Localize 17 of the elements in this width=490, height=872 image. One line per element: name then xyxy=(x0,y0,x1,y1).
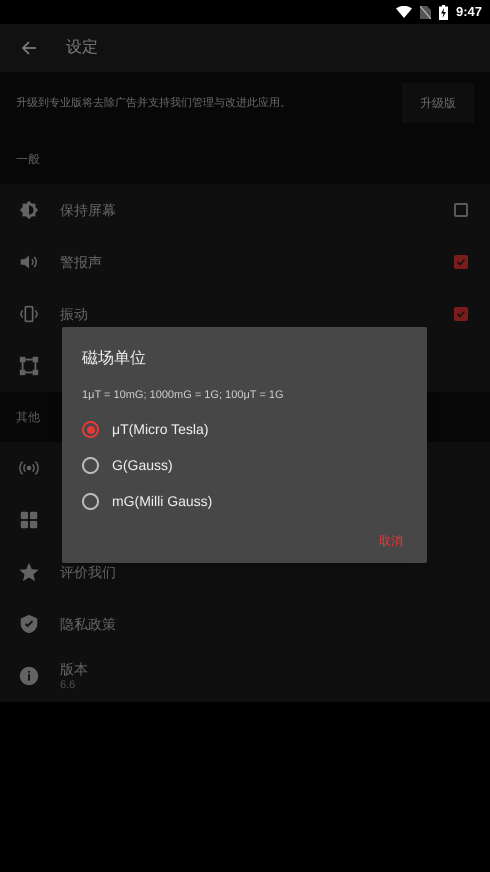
item-label: 隐私政策 xyxy=(60,615,117,633)
item-label: 版本 xyxy=(60,660,89,678)
option-label: μT(Micro Tesla) xyxy=(112,420,208,439)
item-label: 评价我们 xyxy=(60,563,117,581)
item-value: 6.6 xyxy=(60,678,76,692)
option-label: G(Gauss) xyxy=(112,456,173,475)
item-label: 保持屏幕 xyxy=(60,201,117,219)
unit-note: 1μT = 10mG; 1000mG = 1G; 100μT = 1G xyxy=(82,388,285,403)
item-label: 警报声 xyxy=(60,253,103,271)
upgrade-message: 升级到专业版将去除广告并支持我们管理与改进此应用。 xyxy=(16,96,291,111)
section-header: 一般 xyxy=(16,151,40,168)
item-label: 振动 xyxy=(60,305,89,323)
clock: 9:47 xyxy=(456,3,482,22)
dialog-title: 磁场单位 xyxy=(82,349,147,369)
option-label: mG(Milli Gauss) xyxy=(112,492,212,511)
screen-title: 设定 xyxy=(66,38,98,58)
section-header: 其他 xyxy=(16,409,40,426)
